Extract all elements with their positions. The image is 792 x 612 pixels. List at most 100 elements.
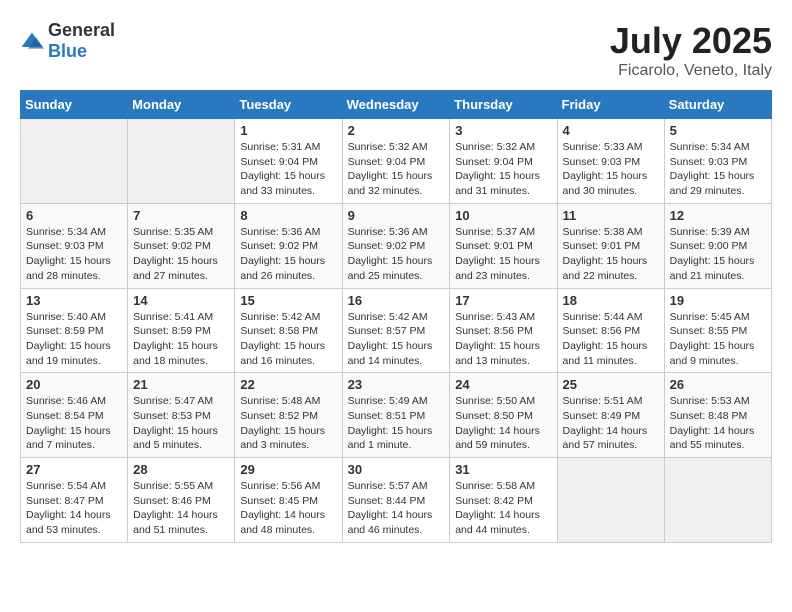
calendar-cell <box>21 119 128 204</box>
day-number: 13 <box>26 293 122 308</box>
day-number: 7 <box>133 208 229 223</box>
day-number: 18 <box>563 293 659 308</box>
day-number: 17 <box>455 293 551 308</box>
calendar-cell: 18 Sunrise: 5:44 AM Sunset: 8:56 PM Dayli… <box>557 288 664 373</box>
calendar-cell: 26 Sunrise: 5:53 AM Sunset: 8:48 PM Dayli… <box>664 373 771 458</box>
weekday-header-saturday: Saturday <box>664 91 771 119</box>
day-info: Sunrise: 5:55 AM Sunset: 8:46 PM Dayligh… <box>133 479 229 538</box>
day-number: 19 <box>670 293 766 308</box>
logo-text: General Blue <box>48 20 115 62</box>
calendar-cell: 25 Sunrise: 5:51 AM Sunset: 8:49 PM Dayli… <box>557 373 664 458</box>
day-number: 1 <box>240 123 336 138</box>
calendar-cell: 29 Sunrise: 5:56 AM Sunset: 8:45 PM Dayli… <box>235 458 342 543</box>
day-info: Sunrise: 5:40 AM Sunset: 8:59 PM Dayligh… <box>26 310 122 369</box>
day-info: Sunrise: 5:34 AM Sunset: 9:03 PM Dayligh… <box>670 140 766 199</box>
day-info: Sunrise: 5:36 AM Sunset: 9:02 PM Dayligh… <box>348 225 445 284</box>
day-info: Sunrise: 5:39 AM Sunset: 9:00 PM Dayligh… <box>670 225 766 284</box>
calendar-cell: 19 Sunrise: 5:45 AM Sunset: 8:55 PM Dayli… <box>664 288 771 373</box>
day-info: Sunrise: 5:47 AM Sunset: 8:53 PM Dayligh… <box>133 394 229 453</box>
weekday-header-row: SundayMondayTuesdayWednesdayThursdayFrid… <box>21 91 772 119</box>
day-number: 21 <box>133 377 229 392</box>
day-info: Sunrise: 5:58 AM Sunset: 8:42 PM Dayligh… <box>455 479 551 538</box>
day-info: Sunrise: 5:56 AM Sunset: 8:45 PM Dayligh… <box>240 479 336 538</box>
calendar-cell: 15Sunrise: 5:42 AM Sunset: 8:58 PM Dayli… <box>235 288 342 373</box>
day-number: 29 <box>240 462 336 477</box>
day-number: 4 <box>563 123 659 138</box>
day-number: 9 <box>348 208 445 223</box>
calendar-cell: 27 Sunrise: 5:54 AM Sunset: 8:47 PM Dayli… <box>21 458 128 543</box>
day-info: Sunrise: 5:34 AM Sunset: 9:03 PM Dayligh… <box>26 225 122 284</box>
day-number: 16 <box>348 293 445 308</box>
day-info: Sunrise: 5:53 AM Sunset: 8:48 PM Dayligh… <box>670 394 766 453</box>
calendar-cell: 20 Sunrise: 5:46 AM Sunset: 8:54 PM Dayli… <box>21 373 128 458</box>
calendar-cell <box>128 119 235 204</box>
logo-icon <box>20 31 44 51</box>
day-info: Sunrise: 5:48 AM Sunset: 8:52 PM Dayligh… <box>240 394 336 453</box>
calendar-cell: 9 Sunrise: 5:36 AM Sunset: 9:02 PM Daylig… <box>342 203 450 288</box>
week-row-1: 1 Sunrise: 5:31 AM Sunset: 9:04 PM Daylig… <box>21 119 772 204</box>
week-row-3: 13 Sunrise: 5:40 AM Sunset: 8:59 PM Dayli… <box>21 288 772 373</box>
day-info: Sunrise: 5:46 AM Sunset: 8:54 PM Dayligh… <box>26 394 122 453</box>
weekday-header-monday: Monday <box>128 91 235 119</box>
day-number: 25 <box>563 377 659 392</box>
calendar-cell: 5 Sunrise: 5:34 AM Sunset: 9:03 PM Daylig… <box>664 119 771 204</box>
calendar-cell: 1 Sunrise: 5:31 AM Sunset: 9:04 PM Daylig… <box>235 119 342 204</box>
day-number: 31 <box>455 462 551 477</box>
day-number: 20 <box>26 377 122 392</box>
calendar-cell: 4 Sunrise: 5:33 AM Sunset: 9:03 PM Daylig… <box>557 119 664 204</box>
calendar-cell: 10Sunrise: 5:37 AM Sunset: 9:01 PM Dayli… <box>450 203 557 288</box>
calendar-cell: 12Sunrise: 5:39 AM Sunset: 9:00 PM Dayli… <box>664 203 771 288</box>
calendar-cell: 24Sunrise: 5:50 AM Sunset: 8:50 PM Dayli… <box>450 373 557 458</box>
calendar-cell: 14Sunrise: 5:41 AM Sunset: 8:59 PM Dayli… <box>128 288 235 373</box>
day-number: 15 <box>240 293 336 308</box>
page-header: General Blue July 2025 Ficarolo, Veneto,… <box>20 20 772 80</box>
day-info: Sunrise: 5:32 AM Sunset: 9:04 PM Dayligh… <box>455 140 551 199</box>
calendar-cell: 31 Sunrise: 5:58 AM Sunset: 8:42 PM Dayli… <box>450 458 557 543</box>
day-info: Sunrise: 5:36 AM Sunset: 9:02 PM Dayligh… <box>240 225 336 284</box>
day-number: 22 <box>240 377 336 392</box>
day-info: Sunrise: 5:32 AM Sunset: 9:04 PM Dayligh… <box>348 140 445 199</box>
day-info: Sunrise: 5:44 AM Sunset: 8:56 PM Dayligh… <box>563 310 659 369</box>
day-number: 30 <box>348 462 445 477</box>
day-number: 26 <box>670 377 766 392</box>
weekday-header-friday: Friday <box>557 91 664 119</box>
calendar-cell <box>664 458 771 543</box>
day-info: Sunrise: 5:38 AM Sunset: 9:01 PM Dayligh… <box>563 225 659 284</box>
calendar-cell: 7Sunrise: 5:35 AM Sunset: 9:02 PM Daylig… <box>128 203 235 288</box>
week-row-2: 6Sunrise: 5:34 AM Sunset: 9:03 PM Daylig… <box>21 203 772 288</box>
location-title: Ficarolo, Veneto, Italy <box>610 62 772 80</box>
weekday-header-wednesday: Wednesday <box>342 91 450 119</box>
day-info: Sunrise: 5:49 AM Sunset: 8:51 PM Dayligh… <box>348 394 445 453</box>
day-info: Sunrise: 5:43 AM Sunset: 8:56 PM Dayligh… <box>455 310 551 369</box>
day-number: 23 <box>348 377 445 392</box>
weekday-header-tuesday: Tuesday <box>235 91 342 119</box>
calendar-cell: 6Sunrise: 5:34 AM Sunset: 9:03 PM Daylig… <box>21 203 128 288</box>
month-title: July 2025 <box>610 20 772 62</box>
day-info: Sunrise: 5:41 AM Sunset: 8:59 PM Dayligh… <box>133 310 229 369</box>
calendar-cell: 2Sunrise: 5:32 AM Sunset: 9:04 PM Daylig… <box>342 119 450 204</box>
day-info: Sunrise: 5:31 AM Sunset: 9:04 PM Dayligh… <box>240 140 336 199</box>
week-row-4: 20 Sunrise: 5:46 AM Sunset: 8:54 PM Dayli… <box>21 373 772 458</box>
calendar-cell: 30Sunrise: 5:57 AM Sunset: 8:44 PM Dayli… <box>342 458 450 543</box>
day-number: 8 <box>240 208 336 223</box>
logo: General Blue <box>20 20 115 62</box>
logo-general: General <box>48 20 115 40</box>
day-number: 5 <box>670 123 766 138</box>
calendar-cell <box>557 458 664 543</box>
day-number: 27 <box>26 462 122 477</box>
calendar-cell: 22 Sunrise: 5:48 AM Sunset: 8:52 PM Dayli… <box>235 373 342 458</box>
calendar-cell: 3Sunrise: 5:32 AM Sunset: 9:04 PM Daylig… <box>450 119 557 204</box>
title-block: July 2025 Ficarolo, Veneto, Italy <box>610 20 772 80</box>
day-number: 28 <box>133 462 229 477</box>
calendar-cell: 11Sunrise: 5:38 AM Sunset: 9:01 PM Dayli… <box>557 203 664 288</box>
logo-blue: Blue <box>48 41 87 61</box>
day-info: Sunrise: 5:51 AM Sunset: 8:49 PM Dayligh… <box>563 394 659 453</box>
day-info: Sunrise: 5:54 AM Sunset: 8:47 PM Dayligh… <box>26 479 122 538</box>
calendar-cell: 28 Sunrise: 5:55 AM Sunset: 8:46 PM Dayli… <box>128 458 235 543</box>
calendar-table: SundayMondayTuesdayWednesdayThursdayFrid… <box>20 90 772 543</box>
day-info: Sunrise: 5:50 AM Sunset: 8:50 PM Dayligh… <box>455 394 551 453</box>
day-info: Sunrise: 5:33 AM Sunset: 9:03 PM Dayligh… <box>563 140 659 199</box>
calendar-cell: 8 Sunrise: 5:36 AM Sunset: 9:02 PM Daylig… <box>235 203 342 288</box>
week-row-5: 27 Sunrise: 5:54 AM Sunset: 8:47 PM Dayli… <box>21 458 772 543</box>
day-info: Sunrise: 5:45 AM Sunset: 8:55 PM Dayligh… <box>670 310 766 369</box>
